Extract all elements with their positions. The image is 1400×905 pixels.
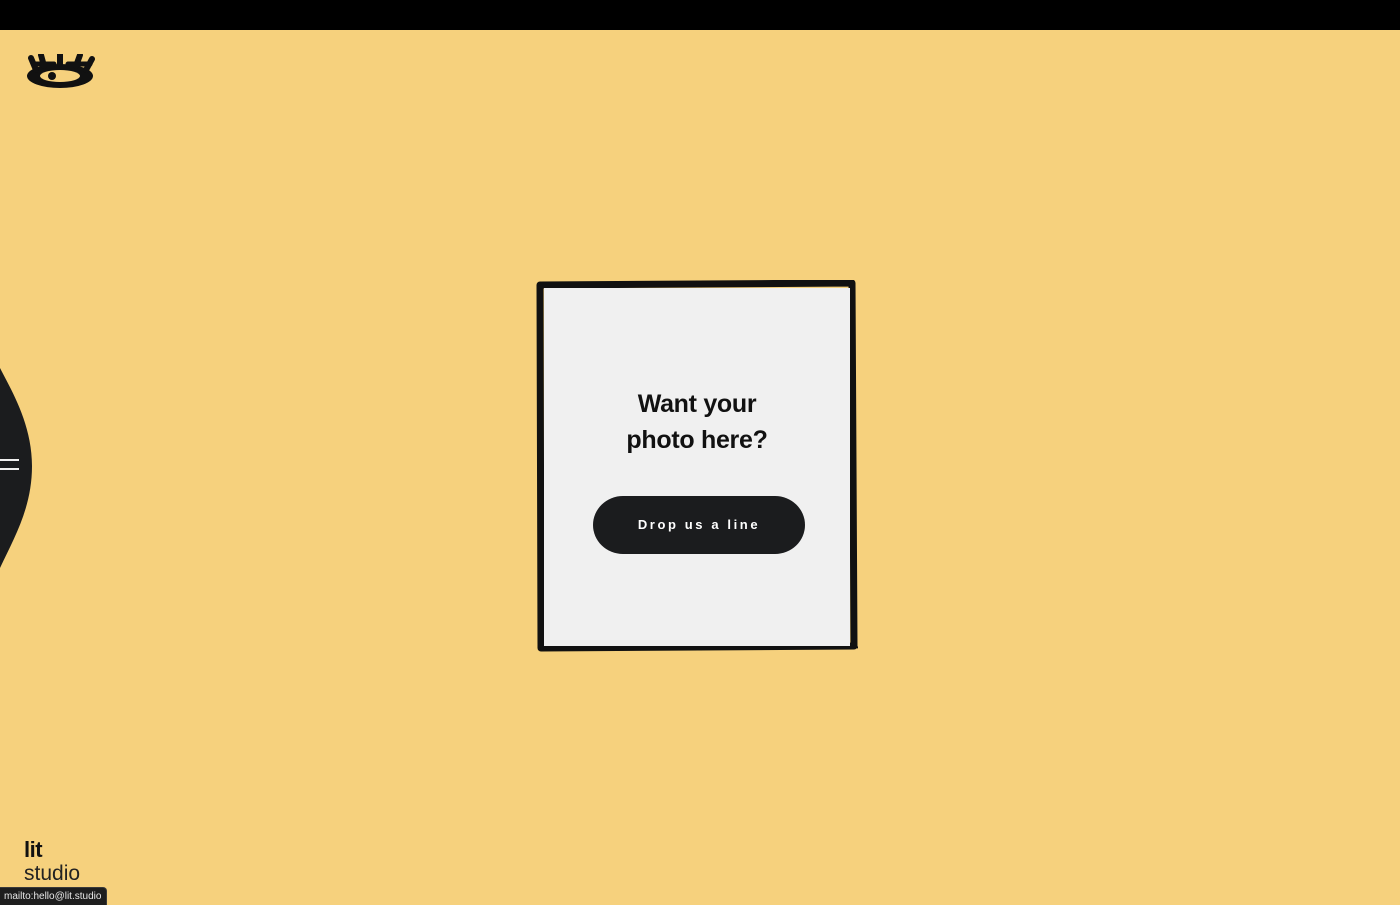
page: Want your photo here? Drop us a line lit…: [0, 30, 1400, 905]
brand-line1: lit: [24, 837, 43, 862]
photo-placeholder-card: Want your photo here? Drop us a line: [544, 288, 850, 646]
drop-us-a-line-button[interactable]: Drop us a line: [593, 496, 805, 554]
brand-line2: studio: [24, 862, 81, 885]
browser-top-bar: [0, 0, 1400, 30]
card-headline-line2: photo here?: [626, 426, 768, 454]
brand-wordmark[interactable]: lit studio: [24, 838, 104, 886]
eye-with-lashes-icon: [27, 51, 95, 88]
status-bar-url: mailto:hello@lit.studio: [0, 888, 107, 905]
card-headline: Want your photo here?: [544, 386, 850, 458]
card-headline-line1: Want your: [637, 390, 757, 418]
logo-eye-icon[interactable]: [24, 51, 96, 96]
side-menu-toggle[interactable]: [0, 368, 40, 568]
side-menu-blob-shape: [0, 368, 32, 568]
